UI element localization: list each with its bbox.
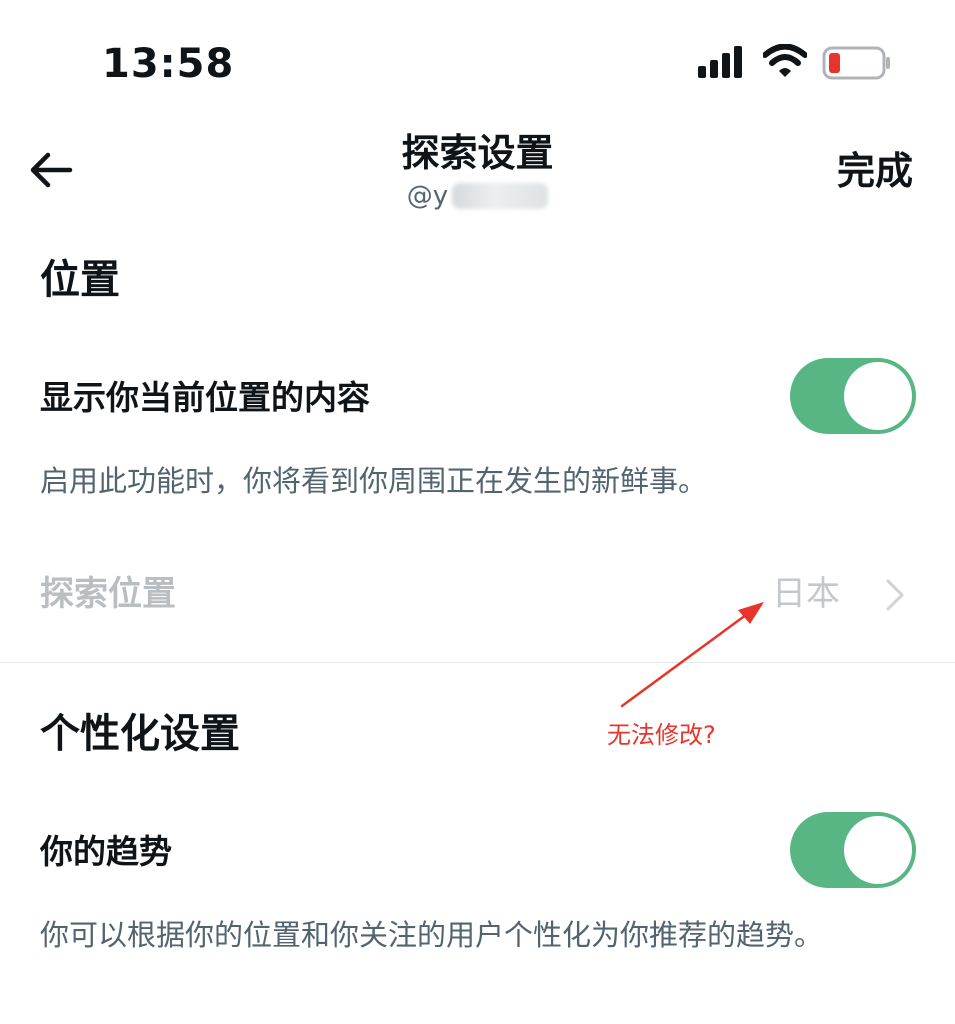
wifi-icon: [763, 44, 807, 77]
annotation-note: 无法修改?: [607, 721, 716, 749]
trends-description: 你可以根据你的位置和你关注的用户个性化为你推荐的趋势。: [40, 918, 824, 952]
toggle-knob: [844, 362, 912, 430]
show-current-location-label: 显示你当前位置的内容: [40, 378, 370, 417]
redacted-blur: [452, 183, 549, 209]
page-title: 探索设置: [401, 131, 554, 175]
account-handle-text: @y: [406, 181, 449, 211]
trends-label: 你的趋势: [40, 832, 172, 871]
section-title-personalization: 个性化设置: [40, 711, 240, 757]
chevron-right-icon[interactable]: [882, 578, 908, 612]
battery-low-icon: [822, 46, 890, 80]
show-current-location-description: 启用此功能时，你将看到你周围正在发生的新鲜事。: [40, 464, 708, 498]
explore-location-value[interactable]: 日本: [772, 574, 840, 614]
cellular-signal-icon: [698, 46, 742, 78]
section-title-location: 位置: [40, 257, 120, 303]
explore-location-label[interactable]: 探索位置: [40, 574, 176, 614]
toggle-knob: [844, 816, 912, 884]
section-divider: [0, 662, 955, 663]
show-current-location-toggle[interactable]: [790, 358, 916, 434]
trends-toggle[interactable]: [790, 812, 916, 888]
annotation-arrow-icon: [620, 602, 764, 708]
done-button[interactable]: 完成: [837, 148, 913, 194]
status-time: 13:58: [102, 41, 235, 87]
account-handle: @y: [0, 180, 955, 212]
